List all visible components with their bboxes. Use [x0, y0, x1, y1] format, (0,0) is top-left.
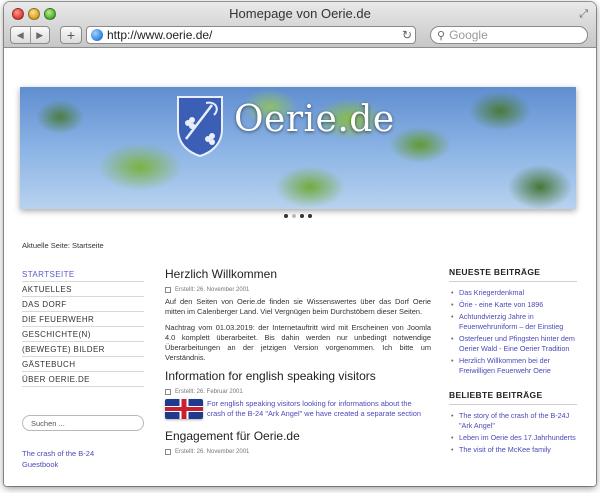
article-paragraph: Nachtrag vom 01.03.2019: der Internetauf…	[165, 323, 431, 362]
newest-post-link[interactable]: Osterfeuer und Pfingsten hinter dem Oeri…	[449, 334, 577, 354]
sidebar-item-bewegte-bilder[interactable]: (BEWEGTE) BILDER	[22, 342, 144, 357]
sidebar-item-die-feuerwehr[interactable]: DIE FEUERWEHR	[22, 312, 144, 327]
sidebar-item-startseite[interactable]: STARTSEITE	[22, 267, 144, 282]
sidebar-item-aktuelles[interactable]: AKTUELLES	[22, 282, 144, 297]
slideshow-dots	[284, 214, 312, 218]
slide-dot[interactable]	[292, 214, 296, 218]
search-icon: ⚲	[437, 29, 446, 42]
browser-toolbar: Homepage von Oerie.de ⤢ ◀ ▶ + http://www…	[4, 2, 596, 48]
article-content: For english speaking visitors looking fo…	[165, 399, 431, 419]
site-title[interactable]: Oerie.de	[234, 99, 395, 140]
popular-post-link[interactable]: The story of the crash of the B-24J "Ark…	[449, 411, 577, 431]
back-button[interactable]: ◀	[11, 27, 30, 43]
fullscreen-icon[interactable]: ⤢	[579, 8, 588, 21]
address-bar[interactable]: http://www.oerie.de/ ↻	[86, 26, 416, 44]
main-content: Herzlich Willkommen Erstellt: 26. Novemb…	[165, 267, 431, 459]
newest-post-link[interactable]: Örie - eine Karte von 1896	[449, 300, 577, 310]
newest-post-link[interactable]: Herzlich Willkommen bei der Freiwilligen…	[449, 356, 577, 376]
article-paragraph: Auf den Seiten von Oerie.de finden sie W…	[165, 297, 431, 316]
header-banner: Oerie.de	[20, 87, 576, 209]
uk-flag-icon	[165, 399, 203, 419]
sidebar-item-geschichten[interactable]: GESCHICHTE(N)	[22, 327, 144, 342]
newest-posts-heading: NEUESTE BEITRÄGE	[449, 267, 577, 282]
site-search-input[interactable]: Suchen ...	[22, 415, 144, 431]
forward-button[interactable]: ▶	[29, 27, 50, 43]
sidebar-menu: STARTSEITE AKTUELLES DAS DORF DIE FEUERW…	[22, 267, 144, 387]
slide-dot[interactable]	[300, 214, 304, 218]
search-field[interactable]: ⚲ Google	[430, 26, 588, 44]
window-title: Homepage von Oerie.de	[229, 6, 371, 21]
calendar-icon	[165, 389, 171, 395]
article-date: Erstellt: 26. November 2001	[175, 449, 250, 455]
guestbook-link[interactable]: Guestbook	[22, 460, 58, 469]
calendar-icon	[165, 449, 171, 455]
crash-b24-link[interactable]: The crash of the B-24	[22, 449, 94, 458]
popular-posts-list: The story of the crash of the B-24J "Ark…	[449, 411, 577, 455]
history-nav: ◀ ▶	[10, 26, 50, 44]
globe-icon	[91, 29, 103, 41]
slide-dot[interactable]	[308, 214, 312, 218]
article-meta: Erstellt: 26. November 2001	[165, 449, 431, 455]
newest-post-link[interactable]: Das Kriegerdenkmal	[449, 288, 577, 298]
newest-post-link[interactable]: Achtundvierzig Jahre in Feuerwehruniform…	[449, 312, 577, 332]
popular-posts-heading: BELIEBTE BEITRÄGE	[449, 390, 577, 405]
sidebar-item-ueber-oerie[interactable]: ÜBER OERIE.DE	[22, 372, 144, 387]
reload-icon[interactable]: ↻	[399, 28, 415, 42]
article-date: Erstellt: 26. November 2001	[175, 287, 250, 293]
english-section-link[interactable]: For english speaking visitors looking fo…	[207, 399, 431, 419]
article-meta: Erstellt: 26. Februar 2001	[165, 389, 431, 395]
coat-of-arms-icon	[177, 96, 223, 157]
article-meta: Erstellt: 26. November 2001	[165, 287, 431, 293]
breadcrumb: Aktuelle Seite: Startseite	[22, 241, 104, 250]
url-text[interactable]: http://www.oerie.de/	[107, 28, 399, 42]
sidebar-item-gaestebuch[interactable]: GÄSTEBUCH	[22, 357, 144, 372]
right-sidebar: NEUESTE BEITRÄGE Das Kriegerdenkmal Örie…	[449, 267, 577, 469]
article-title[interactable]: Information for english speaking visitor…	[165, 369, 431, 383]
calendar-icon	[165, 287, 171, 293]
article-date: Erstellt: 26. Februar 2001	[175, 389, 243, 395]
popular-post-link[interactable]: Leben im Oerie des 17.Jahrhunderts	[449, 433, 577, 443]
sidebar-item-das-dorf[interactable]: DAS DORF	[22, 297, 144, 312]
article-title[interactable]: Herzlich Willkommen	[165, 267, 431, 281]
browser-window: Homepage von Oerie.de ⤢ ◀ ▶ + http://www…	[4, 2, 596, 486]
newest-posts-list: Das Kriegerdenkmal Örie - eine Karte von…	[449, 288, 577, 376]
web-page: Oerie.de Aktuelle Seite: Startseite STAR…	[4, 49, 596, 486]
slide-dot[interactable]	[284, 214, 288, 218]
add-bookmark-button[interactable]: +	[60, 26, 82, 44]
article-title[interactable]: Engagement für Oerie.de	[165, 429, 431, 443]
popular-post-link[interactable]: The visit of the McKee family	[449, 445, 577, 455]
search-placeholder: Google	[449, 28, 488, 42]
